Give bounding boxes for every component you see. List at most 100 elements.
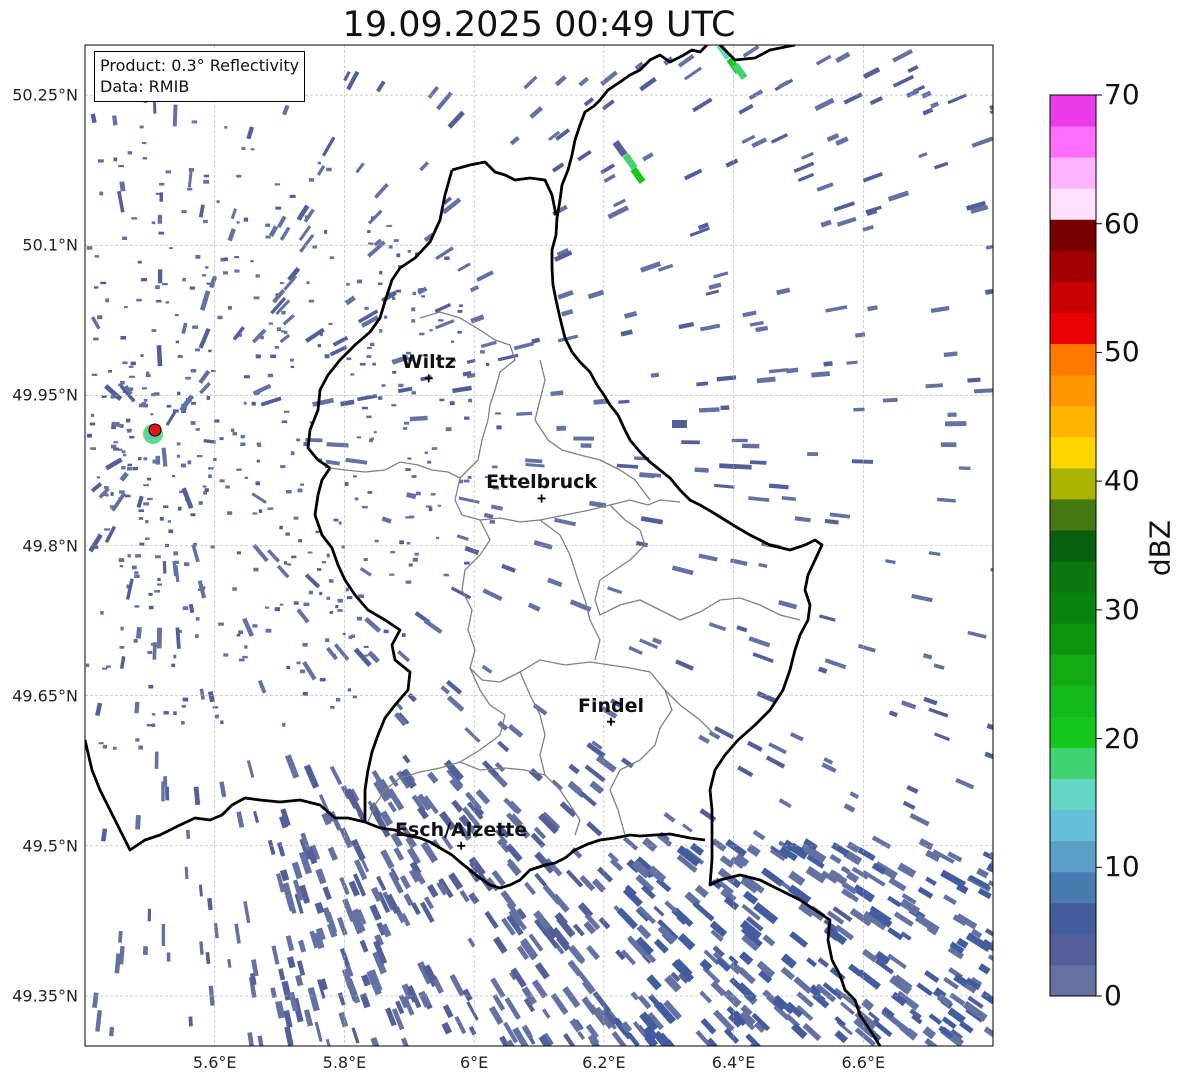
echo-cell <box>123 306 128 309</box>
colorbar-segment <box>1050 964 1096 997</box>
echo-cell <box>431 447 438 450</box>
echo-cell <box>405 580 412 584</box>
colorbar-tick-label: 50 <box>1104 335 1140 369</box>
echo-cell <box>381 384 386 387</box>
echo-cell <box>274 183 281 186</box>
echo-cell <box>196 455 203 458</box>
echo-cell <box>383 629 389 634</box>
colorbar-tick-label: 10 <box>1104 850 1140 884</box>
echo-cell <box>238 658 245 662</box>
lon-tick-label: 5.6°E <box>192 1053 237 1072</box>
colorbar-segment <box>1050 809 1096 842</box>
echo-cell <box>463 479 470 483</box>
echo-cell <box>137 260 142 264</box>
colorbar-segment <box>1050 933 1096 966</box>
colorbar-segment <box>1050 312 1096 345</box>
echo-cell <box>251 401 256 406</box>
echo-cell <box>308 299 315 303</box>
colorbar-segment <box>1050 871 1096 904</box>
echo-cell <box>97 315 103 320</box>
echo-cell <box>283 330 288 335</box>
echo-cell <box>219 437 224 441</box>
colorbar-segment <box>1050 281 1096 313</box>
echo-cell <box>188 1016 193 1027</box>
echo-cell <box>255 481 260 486</box>
echo-cell <box>230 428 235 433</box>
echo-cell <box>293 601 299 605</box>
echo-cell <box>443 573 449 577</box>
echo-cell <box>457 310 463 313</box>
echo-cell <box>124 494 131 498</box>
city-label: Findel <box>577 694 644 717</box>
echo-cell <box>139 542 145 546</box>
colorbar-segment <box>1050 95 1096 127</box>
echo-cell <box>192 325 199 329</box>
echo-cell <box>125 418 131 423</box>
echo-cell <box>449 401 455 406</box>
echo-cell <box>143 457 148 461</box>
echo-cell <box>106 665 111 668</box>
echo-cell <box>143 403 149 408</box>
echo-cell <box>807 452 819 457</box>
echo-cell <box>268 322 274 325</box>
echo-cell <box>223 653 229 657</box>
colorbar-segment <box>1050 374 1096 407</box>
echo-cell <box>374 539 379 543</box>
echo-cell <box>90 447 96 450</box>
echo-cell <box>359 362 366 366</box>
echo-cell <box>154 555 161 559</box>
echo-cell <box>265 235 271 239</box>
echo-cell <box>408 563 413 567</box>
echo-cell <box>232 587 237 591</box>
echo-cell <box>154 590 160 593</box>
echo-cell <box>169 247 173 250</box>
echo-cell <box>215 714 219 719</box>
echo-cell <box>119 565 124 568</box>
echo-cell <box>412 291 417 296</box>
echo-cell <box>367 230 371 234</box>
lat-tick-label: 50.25°N <box>12 85 78 105</box>
echo-cell <box>265 223 271 227</box>
echo-cell <box>138 457 142 461</box>
echo-cell <box>182 697 189 702</box>
echo-cell <box>97 159 104 163</box>
echo-cell <box>285 489 292 494</box>
echo-cell <box>337 609 343 612</box>
colorbar-segment <box>1050 250 1096 282</box>
echo-cell <box>258 509 263 513</box>
echo-cell <box>161 781 165 802</box>
echo-cell <box>108 369 112 373</box>
echo-cell <box>286 665 291 670</box>
echo-cell <box>134 701 140 714</box>
echo-cell <box>190 513 196 517</box>
echo-cell <box>204 488 209 492</box>
colorbar-tick-label: 30 <box>1104 592 1140 626</box>
echo-cell <box>181 704 186 708</box>
echo-cell <box>329 610 333 614</box>
echo-cell <box>195 634 199 639</box>
echo-cell <box>361 505 368 509</box>
echo-cell <box>580 443 592 448</box>
radar-site-marker <box>143 423 163 444</box>
echo-cell <box>367 491 373 494</box>
echo-cell <box>279 282 284 285</box>
echo-cell <box>293 516 299 520</box>
echo-cell <box>94 255 100 258</box>
echo-cell <box>361 406 368 410</box>
colorbar-tick-label: 20 <box>1104 721 1140 755</box>
echo-cell <box>326 553 330 558</box>
echo-cell <box>367 346 372 350</box>
echo-cell <box>171 663 176 668</box>
echo-cell <box>315 530 320 534</box>
echo-cell <box>287 563 292 566</box>
echo-cell <box>344 482 349 486</box>
echo-cell <box>205 266 209 269</box>
echo-cell <box>86 433 92 438</box>
echo-cell <box>435 536 440 540</box>
echo-cell <box>415 491 421 496</box>
echo-cell <box>176 442 181 446</box>
echo-cell <box>457 330 462 334</box>
echo-cell <box>147 497 153 501</box>
echo-cell <box>187 187 193 191</box>
echo-cell <box>147 650 153 654</box>
